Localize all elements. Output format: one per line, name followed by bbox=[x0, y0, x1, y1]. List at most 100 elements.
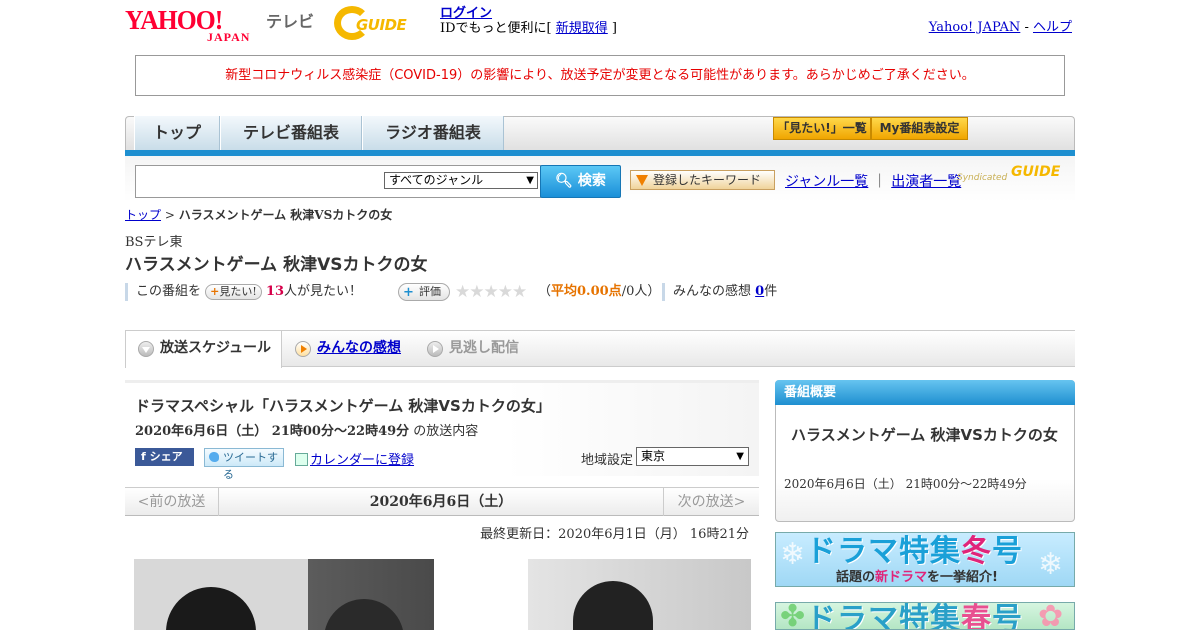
next-broadcast-link[interactable]: 次の放送> bbox=[663, 488, 759, 516]
login-link[interactable]: ログイン bbox=[440, 6, 492, 21]
broadcast-time: 2020年6月6日（土） 21時00分～22時49分 の放送内容 bbox=[135, 420, 478, 439]
rating-avg-open: （ bbox=[538, 284, 552, 299]
impressions-count-link[interactable]: 0 bbox=[755, 284, 764, 299]
tab-catchup-label: 見逃し配信 bbox=[449, 340, 519, 356]
rating-avg-value: 平均0.00点 bbox=[551, 284, 622, 299]
syndicated-gguide-text: GUIDE bbox=[1011, 164, 1061, 180]
broadcast-title: ドラマスペシャル「ハラスメントゲーム 秋津VSカトクの女」 bbox=[135, 397, 551, 415]
broadcast-datetime-suffix: の放送内容 bbox=[409, 424, 479, 439]
share-label: シェア bbox=[149, 450, 183, 463]
header-separator: - bbox=[1020, 20, 1033, 35]
genre-select-value: すべてのジャンル bbox=[389, 173, 484, 187]
calendar-icon bbox=[295, 453, 308, 466]
top-right-links: Yahoo! JAPAN - ヘルプ bbox=[929, 16, 1072, 35]
genre-select[interactable]: すべてのジャンル ▼ bbox=[384, 172, 538, 189]
program-summary-heading: 番組概要 bbox=[775, 380, 1075, 405]
region-select-value: 東京 bbox=[641, 449, 666, 463]
flower-icon: ✿ bbox=[1038, 602, 1064, 630]
impressions-unit: 件 bbox=[764, 284, 778, 299]
broadcast-date: 2020年6月6日（土） bbox=[369, 494, 513, 510]
rating-button-label: 評価 bbox=[419, 285, 441, 298]
triangle-down-icon bbox=[636, 175, 648, 186]
play-arrow-icon bbox=[295, 341, 311, 357]
station-name: BSテレ東 bbox=[125, 235, 183, 250]
banner-spring-main: ドラマ特集 bbox=[806, 602, 961, 630]
photo-person-silhouette bbox=[166, 587, 256, 630]
snowflake-icon: ❄ bbox=[780, 537, 806, 572]
gguide-logo[interactable]: GUIDE bbox=[334, 6, 434, 42]
registered-keyword-button[interactable]: 登録したキーワード bbox=[630, 170, 775, 190]
plus-icon: + bbox=[210, 285, 220, 298]
calendar-register: カレンダーに登録 bbox=[295, 449, 414, 468]
breadcrumb-top-link[interactable]: トップ bbox=[125, 208, 161, 222]
banner-winter-title: ドラマ特集冬号 bbox=[806, 535, 1023, 569]
drama-spring-banner[interactable]: ✤ ✿ ドラマ特集春号 bbox=[775, 602, 1075, 630]
tab-schedule-label: 放送スケジュール bbox=[160, 340, 272, 356]
banner-spring-season: 春 bbox=[961, 602, 992, 630]
search-button[interactable]: 🔍︎ 検索 bbox=[540, 165, 621, 198]
tweet-label: ツイートする bbox=[223, 451, 278, 481]
genre-cast-links: ジャンル一覧 ｜ 出演者一覧 bbox=[785, 171, 961, 191]
page-title: ハラスメントゲーム 秋津VSカトクの女 bbox=[125, 255, 428, 275]
cast-list-link[interactable]: 出演者一覧 bbox=[891, 174, 961, 190]
nav-tab-radio-schedule[interactable]: ラジオ番組表 bbox=[362, 116, 504, 150]
facebook-icon: f bbox=[141, 450, 146, 463]
calendar-register-link[interactable]: カレンダーに登録 bbox=[310, 453, 414, 468]
content-tabs: 放送スケジュール みんなの感想 見逃し配信 bbox=[125, 331, 1075, 368]
banner-winter-main: ドラマ特集 bbox=[806, 534, 961, 569]
nav-tab-top[interactable]: トップ bbox=[134, 116, 220, 150]
snowflake-icon: ❄ bbox=[1038, 547, 1064, 582]
tab-impressions[interactable]: みんなの感想 bbox=[283, 331, 413, 367]
yahoo-japan-link[interactable]: Yahoo! JAPAN bbox=[929, 20, 1021, 35]
links-divider: ｜ bbox=[872, 174, 887, 190]
program-photo-secondary bbox=[528, 559, 751, 630]
banner-spring-end: 号 bbox=[992, 602, 1023, 630]
tab-catchup: 見逃し配信 bbox=[415, 331, 545, 367]
tv-logo-label[interactable]: テレビ bbox=[266, 8, 314, 32]
play-arrow-icon bbox=[427, 341, 443, 357]
rating-button[interactable]: + 評価 bbox=[398, 283, 450, 301]
help-link[interactable]: ヘルプ bbox=[1033, 20, 1072, 35]
rating-average: （平均0.00点/0人） bbox=[538, 283, 660, 301]
banner-winter-sub-red: 新ドラマ bbox=[875, 570, 928, 585]
facebook-share-button[interactable]: f シェア bbox=[135, 448, 194, 466]
tab-impressions-label[interactable]: みんなの感想 bbox=[317, 340, 401, 356]
mitai-prefix: この番組を bbox=[136, 284, 202, 299]
mitai-section: この番組を +見たい! 13人が見たい！ bbox=[125, 283, 362, 301]
tweet-button[interactable]: ツイートする bbox=[204, 448, 284, 481]
mitai-suffix: 人が見たい！ bbox=[284, 284, 363, 299]
program-photo-main bbox=[134, 559, 434, 630]
clover-icon: ✤ bbox=[780, 602, 806, 630]
mitai-button-label: 見たい! bbox=[219, 285, 257, 298]
japan-logo-text: JAPAN bbox=[207, 30, 251, 44]
gguide-logo-text: GUIDE bbox=[356, 16, 407, 34]
syndicated-gguide-logo: Syndicated GUIDE bbox=[957, 164, 1069, 186]
syndicated-text: Syndicated bbox=[957, 173, 1008, 183]
drama-winter-banner[interactable]: ❄ ❄ ドラマ特集冬号 話題の新ドラマを一挙紹介! bbox=[775, 532, 1075, 587]
breadcrumb-current: ハラスメントゲーム 秋津VSカトクの女 bbox=[178, 208, 393, 222]
region-select[interactable]: 東京 ▼ bbox=[636, 447, 749, 466]
tab-schedule[interactable]: 放送スケジュール bbox=[125, 331, 282, 368]
search-icon: 🔍︎ bbox=[555, 173, 573, 189]
login-box: ログイン IDでもっと便利に[ 新規取得 ] bbox=[440, 6, 617, 36]
last-updated: 最終更新日：2020年6月1日（月） 16時21分 bbox=[480, 527, 749, 542]
mitai-count: 13 bbox=[265, 284, 285, 299]
nav-tab-tv-schedule[interactable]: テレビ番組表 bbox=[220, 116, 362, 150]
chevron-down-icon: ▼ bbox=[736, 451, 744, 462]
mitai-button[interactable]: +見たい! bbox=[205, 284, 262, 300]
my-schedule-settings-button[interactable]: My番組表設定 bbox=[871, 117, 968, 140]
mitai-list-button[interactable]: 「見たい!」一覧 bbox=[773, 117, 871, 140]
broadcast-datetime: 2020年6月6日（土） 21時00分～22時49分 bbox=[135, 424, 410, 439]
genre-list-link[interactable]: ジャンル一覧 bbox=[785, 174, 868, 190]
photo-person-silhouette bbox=[573, 581, 653, 630]
chevron-down-icon: ▼ bbox=[526, 175, 534, 186]
program-summary-title: ハラスメントゲーム 秋津VSカトクの女 bbox=[791, 426, 1058, 444]
prev-broadcast-link[interactable]: <前の放送 bbox=[125, 488, 219, 516]
search-button-label: 検索 bbox=[577, 173, 606, 189]
banner-spring-title: ドラマ特集春号 bbox=[806, 602, 1023, 630]
covid-notice: 新型コロナウィルス感染症（COVID-19）の影響により、放送予定が変更となる可… bbox=[135, 55, 1065, 96]
page: YAHOO! JAPAN テレビ GUIDE ログイン IDでもっと便利に[ 新… bbox=[0, 0, 1200, 630]
signup-link[interactable]: 新規取得 bbox=[556, 21, 608, 36]
rating-avg-suffix: /0人） bbox=[621, 284, 661, 299]
yahoo-japan-logo[interactable]: YAHOO! JAPAN bbox=[125, 6, 263, 44]
